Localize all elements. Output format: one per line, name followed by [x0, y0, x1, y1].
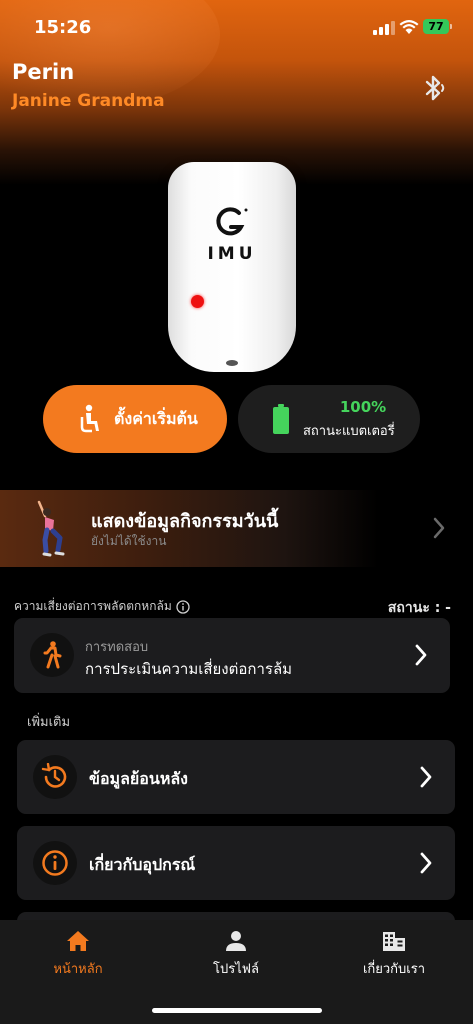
chevron-right-icon: [415, 644, 427, 666]
history-icon-circle: [33, 755, 77, 799]
user-name: Perin: [12, 60, 75, 84]
imu-device-image: IMU: [168, 162, 296, 372]
bluetooth-icon[interactable]: [418, 72, 450, 104]
battery-status-label: สถานะแบตเตอรี่: [303, 424, 395, 439]
battery-percent: 100%: [339, 398, 387, 416]
status-time: 15:26: [34, 17, 92, 38]
battery-level-icon: 77: [423, 19, 449, 34]
tab-profile-label: โปรไฟล์: [213, 962, 259, 977]
person-icon: [226, 931, 246, 951]
device-led: [191, 295, 204, 308]
battery-tip: [450, 24, 452, 29]
setup-button-label: ตั้งค่าเริ่มต้น: [114, 408, 198, 428]
fall-risk-test-card[interactable]: การทดสอบ การประเมินความเสี่ยงต่อการล้ม: [14, 618, 450, 693]
fall-risk-heading: ความเสี่ยงต่อการพลัดตกหกล้ม: [14, 597, 190, 616]
home-indicator[interactable]: [152, 1008, 322, 1013]
battery-full-icon: [273, 404, 289, 434]
test-main-label: การประเมินความเสี่ยงต่อการล้ม: [85, 660, 293, 678]
building-icon: [383, 932, 405, 951]
history-label: ข้อมูลย้อนหลัง: [89, 769, 188, 788]
info-icon[interactable]: [176, 599, 190, 614]
tab-about-us[interactable]: เกี่ยวกับเรา: [324, 930, 464, 979]
chevron-right-icon: [420, 766, 432, 788]
user-subtitle: Janine Grandma: [12, 91, 165, 111]
activity-subtitle: ยังไม่ได้ใช้งาน: [91, 534, 167, 548]
device-battery-status: 100% สถานะแบตเตอรี่: [238, 385, 420, 453]
history-card[interactable]: ข้อมูลย้อนหลัง: [17, 740, 455, 814]
walking-person-icon: [43, 641, 62, 669]
device-logo-icon: [216, 207, 248, 236]
cellular-signal-icon: [373, 21, 395, 35]
test-small-label: การทดสอบ: [85, 640, 149, 655]
wifi-icon: [399, 20, 419, 34]
tab-home[interactable]: หน้าหลัก: [8, 930, 148, 979]
activity-title: แสดงข้อมูลกิจกรรมวันนี้: [91, 511, 279, 532]
walking-person-icon-circle: [30, 633, 74, 677]
today-activity-card[interactable]: แสดงข้อมูลกิจกรรมวันนี้ ยังไม่ได้ใช้งาน: [0, 490, 473, 567]
device-brand-label: IMU: [207, 244, 257, 264]
tab-profile[interactable]: โปรไฟล์: [166, 930, 306, 979]
info-icon-circle: [33, 841, 77, 885]
status-bar: 15:26 77: [0, 0, 473, 52]
history-icon: [41, 763, 67, 788]
fall-risk-heading-label: ความเสี่ยงต่อการพลัดตกหกล้ม: [14, 599, 172, 613]
chevron-right-icon: [420, 852, 432, 874]
info-circle-icon: [42, 850, 68, 876]
more-heading: เพิ่มเติม: [27, 715, 71, 730]
chevron-right-icon: [433, 517, 445, 539]
home-icon: [67, 931, 89, 951]
tab-home-label: หน้าหลัก: [53, 962, 103, 977]
setup-button[interactable]: ตั้งค่าเริ่มต้น: [43, 385, 227, 453]
about-device-label: เกี่ยวกับอุปกรณ์: [89, 855, 196, 874]
fall-risk-status: สถานะ : -: [387, 600, 451, 616]
about-device-card[interactable]: เกี่ยวกับอุปกรณ์: [17, 826, 455, 900]
seated-person-icon: [80, 404, 99, 433]
tab-about-us-label: เกี่ยวกับเรา: [362, 962, 426, 977]
device-port: [226, 360, 238, 366]
exercise-figure-icon: [37, 500, 65, 557]
app-screen: 15:26 77 Perin Janine Grandma IMU ตั้งค่…: [0, 0, 473, 1024]
